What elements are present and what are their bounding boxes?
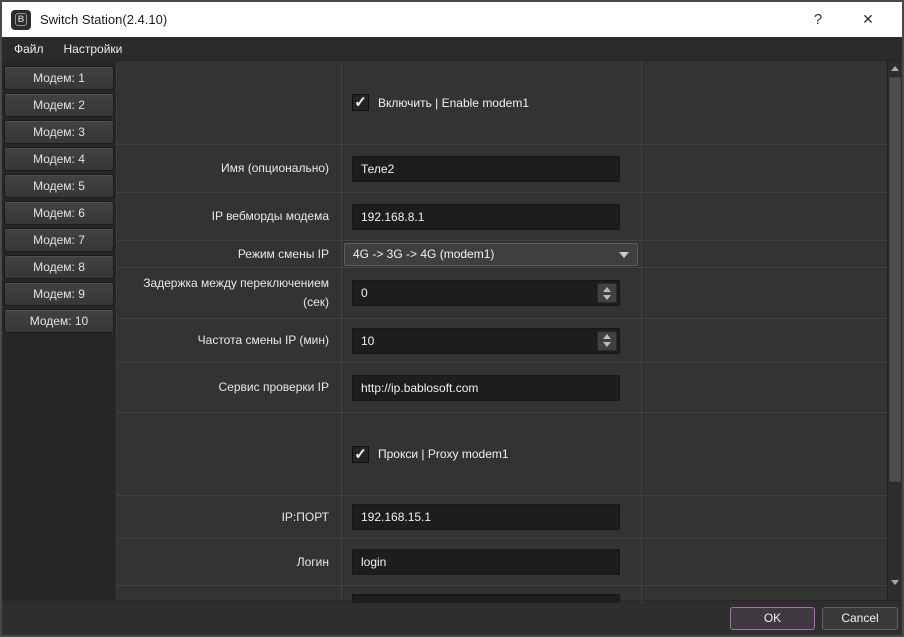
menu-item-settings[interactable]: Настройки xyxy=(54,37,133,60)
ip-port-input[interactable] xyxy=(352,504,620,530)
web-ip-input[interactable] xyxy=(352,203,620,230)
row-proxy-label-cell xyxy=(117,413,342,495)
partial-input[interactable] xyxy=(352,594,620,603)
cancel-button[interactable]: Cancel xyxy=(822,606,898,630)
scrollbar-track[interactable] xyxy=(888,483,902,575)
ip-change-frequency-label: Частота смены IP (мин) xyxy=(117,319,342,362)
row-ip-check-service: Сервис проверки IP xyxy=(117,363,887,413)
app-icon: B xyxy=(11,9,31,30)
row-switch-delay: Задержка между переключением (сек) xyxy=(117,268,887,319)
row-enable-label-cell xyxy=(117,61,342,144)
ip-port-label: IP:ПОРТ xyxy=(117,496,342,538)
ip-change-mode-value: 4G -> 3G -> 4G (modem1) xyxy=(353,247,495,261)
sidebar: Модем: 1 Модем: 2 Модем: 3 Модем: 4 Моде… xyxy=(2,61,116,600)
row-enable-field-cell: ✓ Включить | Enable modem1 xyxy=(342,61,642,144)
close-button[interactable]: ✕ xyxy=(842,2,894,37)
window-title: Switch Station(2.4.10) xyxy=(40,12,168,27)
sidebar-item-modem-8[interactable]: Модем: 8 xyxy=(4,255,114,279)
scroll-down-icon xyxy=(891,580,899,585)
ip-change-frequency-spin-buttons[interactable] xyxy=(597,330,617,351)
ip-change-mode-label: Режим смены IP xyxy=(117,241,342,267)
spin-up-icon[interactable] xyxy=(603,286,611,292)
ip-check-service-input[interactable] xyxy=(352,374,620,401)
title-bar: B Switch Station(2.4.10) ? ✕ xyxy=(2,2,902,37)
row-name: Имя (опционально) xyxy=(117,145,887,193)
enable-modem-checkbox[interactable]: ✓ Включить | Enable modem1 xyxy=(352,94,529,111)
sidebar-item-modem-5[interactable]: Модем: 5 xyxy=(4,174,114,198)
sidebar-item-modem-9[interactable]: Модем: 9 xyxy=(4,282,114,306)
login-label: Логин xyxy=(117,539,342,585)
name-input[interactable] xyxy=(352,155,620,182)
proxy-label: Прокси | Proxy modem1 xyxy=(378,447,509,461)
row-login: Логин xyxy=(117,539,887,586)
ip-change-mode-select[interactable]: 4G -> 3G -> 4G (modem1) xyxy=(344,242,638,266)
modem-settings-form: ✓ Включить | Enable modem1 Имя (опционал… xyxy=(116,61,887,603)
scroll-up-icon xyxy=(891,66,899,71)
scrollbar[interactable] xyxy=(887,61,902,600)
sidebar-item-modem-6[interactable]: Модем: 6 xyxy=(4,201,114,225)
row-ip-port: IP:ПОРТ xyxy=(117,496,887,539)
dropdown-arrow-icon xyxy=(619,251,629,258)
switch-delay-spinner xyxy=(352,280,620,306)
sidebar-item-modem-4[interactable]: Модем: 4 xyxy=(4,147,114,171)
menu-item-file[interactable]: Файл xyxy=(4,37,54,60)
web-ip-label: IP вебморды модема xyxy=(117,193,342,240)
ip-change-frequency-spinner xyxy=(352,327,620,354)
help-button[interactable]: ? xyxy=(794,2,842,37)
row-enable: ✓ Включить | Enable modem1 xyxy=(117,61,887,145)
spin-down-icon[interactable] xyxy=(603,342,611,347)
sidebar-item-modem-3[interactable]: Модем: 3 xyxy=(4,120,114,144)
row-web-ip: IP вебморды модема xyxy=(117,193,887,241)
row-proxy: ✓ Прокси | Proxy modem1 xyxy=(117,413,887,496)
proxy-checkbox[interactable]: ✓ Прокси | Proxy modem1 xyxy=(352,445,509,463)
checkbox-checked-icon[interactable]: ✓ xyxy=(352,445,369,463)
sidebar-item-modem-10[interactable]: Модем: 10 xyxy=(4,309,114,333)
spin-up-icon[interactable] xyxy=(603,334,611,339)
sidebar-item-modem-2[interactable]: Модем: 2 xyxy=(4,93,114,117)
ip-check-service-label: Сервис проверки IP xyxy=(117,363,342,412)
dialog-button-bar: OK Cancel xyxy=(2,600,902,635)
app-window: B Switch Station(2.4.10) ? ✕ Файл Настро… xyxy=(0,0,904,637)
switch-delay-label: Задержка между переключением (сек) xyxy=(117,268,342,318)
checkbox-checked-icon[interactable]: ✓ xyxy=(352,94,369,111)
scrollbar-thumb[interactable] xyxy=(889,77,901,482)
ok-button[interactable]: OK xyxy=(730,606,815,630)
name-label: Имя (опционально) xyxy=(117,145,342,192)
row-ip-change-mode: Режим смены IP 4G -> 3G -> 4G (modem1) xyxy=(117,241,887,268)
login-input[interactable] xyxy=(352,549,620,575)
spin-down-icon[interactable] xyxy=(603,294,611,300)
app-icon-letter: B xyxy=(14,13,28,26)
enable-modem-label: Включить | Enable modem1 xyxy=(378,95,530,110)
sidebar-item-modem-1[interactable]: Модем: 1 xyxy=(4,66,114,90)
row-ip-change-frequency: Частота смены IP (мин) xyxy=(117,319,887,363)
ip-change-frequency-input[interactable] xyxy=(352,327,620,354)
scroll-down-button[interactable] xyxy=(888,575,902,590)
main-area: Модем: 1 Модем: 2 Модем: 3 Модем: 4 Моде… xyxy=(2,61,902,603)
switch-delay-spin-buttons[interactable] xyxy=(597,283,617,303)
switch-delay-input[interactable] xyxy=(352,280,620,306)
menu-bar: Файл Настройки xyxy=(2,37,902,61)
scroll-up-button[interactable] xyxy=(888,61,902,76)
sidebar-item-modem-7[interactable]: Модем: 7 xyxy=(4,228,114,252)
